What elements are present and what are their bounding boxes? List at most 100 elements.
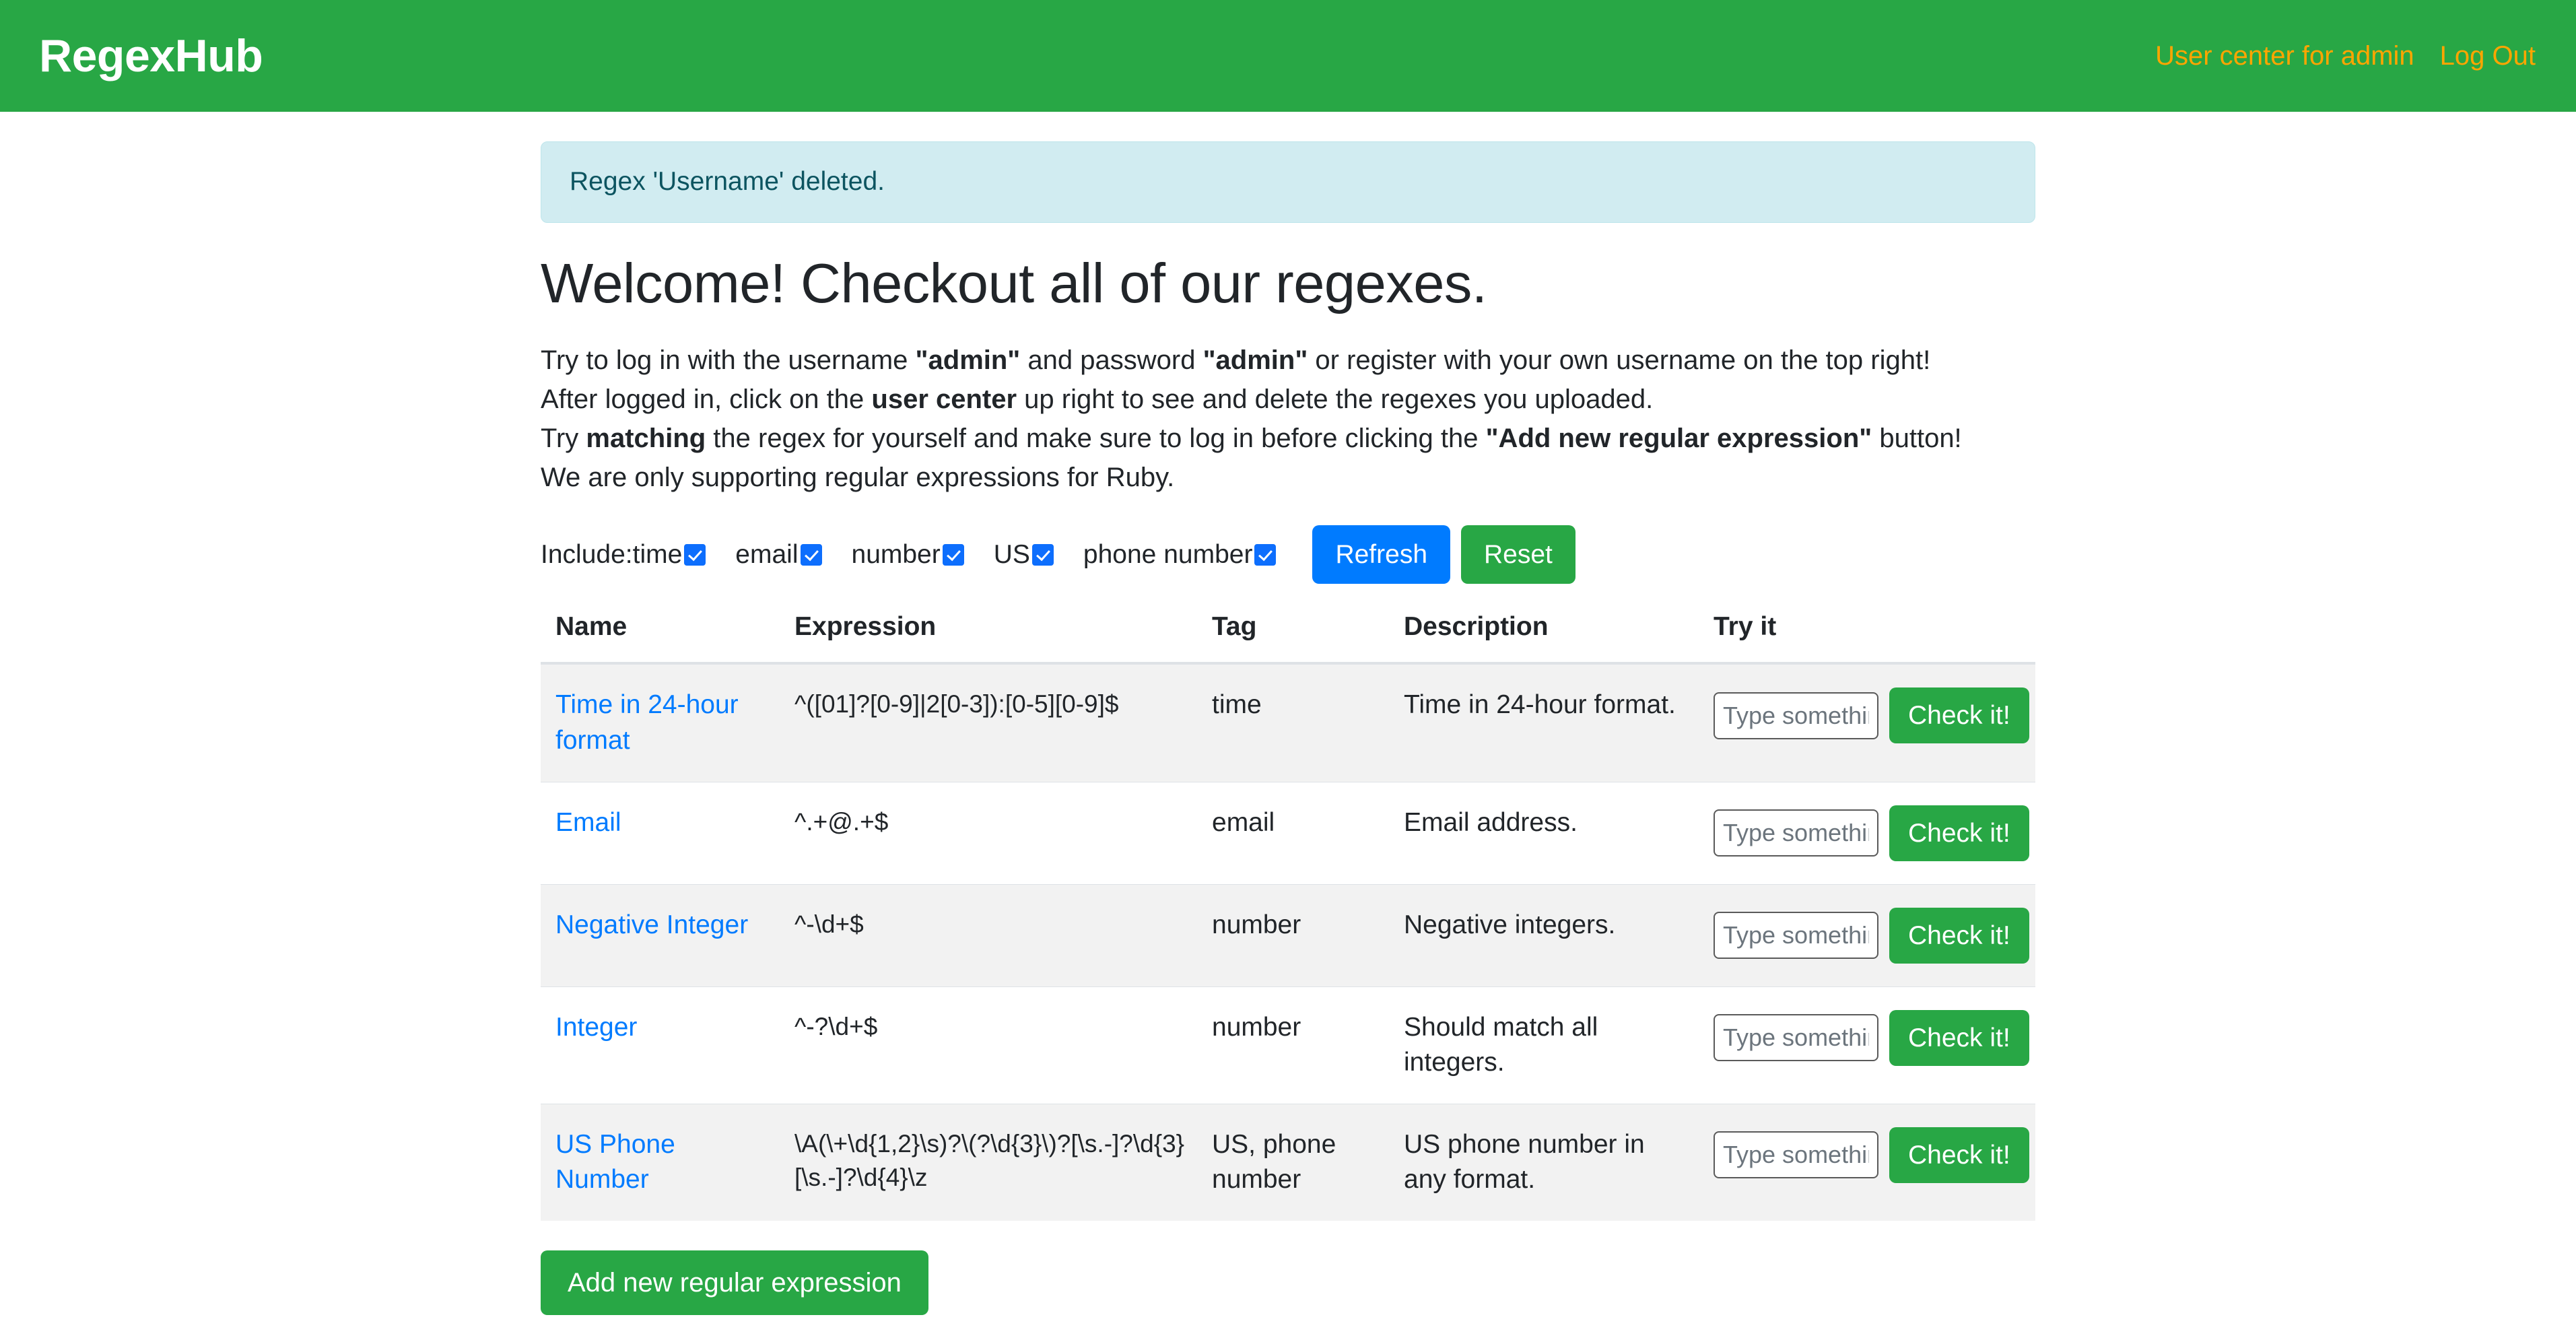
check-it-button[interactable]: Check it!: [1889, 687, 2029, 744]
cell-tag: time: [1197, 663, 1389, 782]
filter-label-email: email: [735, 539, 799, 569]
check-it-button[interactable]: Check it!: [1889, 907, 2029, 964]
intro-strong-add-new: "Add new regular expression": [1485, 424, 1872, 454]
intro-text: After logged in, click on the: [541, 384, 872, 415]
try-it-group: Check it!: [1714, 805, 2030, 861]
user-center-link[interactable]: User center for admin: [2155, 41, 2414, 71]
check-it-button[interactable]: Check it!: [1889, 805, 2029, 861]
cell-expression: ^-\d+$: [780, 883, 1197, 987]
refresh-button[interactable]: Refresh: [1312, 525, 1451, 584]
try-it-input[interactable]: [1714, 912, 1878, 960]
cell-tag: number: [1197, 883, 1389, 987]
table-header-row: Name Expression Tag Description Try it: [541, 592, 2035, 665]
table-row: Time in 24-hour format ^([01]?[0-9]|2[0-…: [541, 663, 2035, 782]
cell-description: Time in 24-hour format.: [1389, 663, 1699, 782]
table-body: Time in 24-hour format ^([01]?[0-9]|2[0-…: [541, 663, 2035, 1221]
cell-name: Negative Integer: [541, 883, 780, 987]
filter-lead-label: Include:: [541, 539, 633, 569]
filter-label-time: time: [632, 539, 683, 569]
filter-item-number[interactable]: number: [852, 540, 964, 570]
page-title: Welcome! Checkout all of our regexes.: [541, 251, 1487, 314]
filter-item-email[interactable]: email: [735, 539, 822, 570]
check-it-button[interactable]: Check it!: [1889, 1127, 2029, 1183]
cell-tag: number: [1197, 986, 1389, 1104]
regex-name-link[interactable]: Negative Integer: [555, 910, 748, 939]
intro-text: and password: [1020, 345, 1203, 376]
intro-strong-matching: matching: [586, 424, 706, 454]
cell-expression: ^([01]?[0-9]|2[0-3]):[0-5][0-9]$: [780, 663, 1197, 782]
column-header-expression: Expression: [780, 592, 1197, 665]
cell-expression: ^.+@.+$: [780, 781, 1197, 885]
intro-text: or register with your own username on th…: [1308, 345, 1931, 376]
filter-item-time[interactable]: time: [633, 540, 706, 570]
try-it-group: Check it!: [1714, 907, 2030, 964]
cell-try-it: Check it!: [1699, 1103, 2035, 1221]
filter-checkbox-email[interactable]: [800, 543, 822, 566]
filter-checkbox-phone-number[interactable]: [1254, 543, 1277, 566]
cell-try-it: Check it!: [1699, 663, 2035, 782]
add-button-container: Add new regular expression: [541, 1250, 2035, 1342]
table-row: Integer ^-?\d+$ number Should match all …: [541, 986, 2035, 1104]
check-it-button[interactable]: Check it!: [1889, 1009, 2029, 1066]
filter-form: Include: time email number US phone numb…: [541, 525, 2035, 584]
column-header-try-it: Try it: [1699, 592, 2035, 665]
cell-description: Email address.: [1389, 781, 1699, 885]
try-it-input[interactable]: [1714, 1131, 1878, 1179]
column-header-tag: Tag: [1197, 592, 1389, 665]
intro-line-1: Try to log in with the username "admin" …: [541, 341, 2035, 380]
column-header-description: Description: [1389, 592, 1699, 665]
regex-table: Name Expression Tag Description Try it T…: [541, 592, 2035, 1221]
intro-line-2: After logged in, click on the user cente…: [541, 380, 2035, 419]
regex-name-link[interactable]: Email: [555, 808, 621, 837]
filter-item-phone-number[interactable]: phone number: [1083, 540, 1277, 570]
table-head: Name Expression Tag Description Try it: [541, 592, 2035, 665]
cell-description: Negative integers.: [1389, 883, 1699, 987]
filter-label-phone-number: phone number: [1083, 539, 1253, 569]
cell-try-it: Check it!: [1699, 781, 2035, 885]
cell-name: US Phone Number: [541, 1103, 780, 1221]
intro-text: Try to log in with the username: [541, 345, 916, 376]
log-out-link[interactable]: Log Out: [2440, 41, 2536, 71]
intro-line-3: Try matching the regex for yourself and …: [541, 419, 2035, 458]
cell-try-it: Check it!: [1699, 883, 2035, 987]
filter-label-us: US: [993, 539, 1030, 569]
navbar-links: User center for admin Log Out: [2155, 41, 2536, 71]
cell-tag: US, phone number: [1197, 1103, 1389, 1221]
flash-alert: Regex 'Username' deleted.: [541, 141, 2035, 223]
cell-description: Should match all integers.: [1389, 986, 1699, 1104]
add-new-regular-expression-button[interactable]: Add new regular expression: [541, 1250, 928, 1316]
intro-strong-user-center: user center: [871, 384, 1017, 415]
filter-checkbox-number[interactable]: [942, 543, 964, 566]
cell-expression: \A(\+\d{1,2}\s)?\(?\d{3}\)?[\s.-]?\d{3}[…: [780, 1103, 1197, 1221]
cell-try-it: Check it!: [1699, 986, 2035, 1104]
cell-name: Integer: [541, 986, 780, 1104]
top-navbar: RegexHub User center for admin Log Out: [0, 0, 2576, 112]
brand-logo[interactable]: RegexHub: [39, 33, 263, 79]
filter-label-number: number: [851, 539, 941, 569]
intro-text: the regex for yourself and make sure to …: [706, 424, 1486, 454]
intro-strong-password: "admin": [1202, 345, 1308, 376]
cell-name: Email: [541, 781, 780, 885]
regex-name-link[interactable]: US Phone Number: [555, 1130, 675, 1195]
cell-expression: ^-?\d+$: [780, 986, 1197, 1104]
filter-checkbox-time[interactable]: [684, 543, 706, 566]
table-row: Email ^.+@.+$ email Email address. Check…: [541, 781, 2035, 885]
regex-name-link[interactable]: Integer: [555, 1013, 637, 1042]
page-container: Regex 'Username' deleted. Welcome! Check…: [541, 112, 2035, 1342]
cell-name: Time in 24-hour format: [541, 663, 780, 782]
intro-text: up right to see and delete the regexes y…: [1017, 384, 1654, 415]
column-header-name: Name: [541, 592, 780, 665]
filter-item-us[interactable]: US: [994, 540, 1054, 570]
try-it-input[interactable]: [1714, 1014, 1878, 1062]
intro-text: button!: [1872, 424, 1962, 454]
reset-button[interactable]: Reset: [1461, 525, 1575, 584]
try-it-input[interactable]: [1714, 809, 1878, 857]
intro-line-4: We are only supporting regular expressio…: [541, 463, 1175, 493]
cell-tag: email: [1197, 781, 1389, 885]
regex-name-link[interactable]: Time in 24-hour format: [555, 690, 739, 755]
table-row: Negative Integer ^-\d+$ number Negative …: [541, 883, 2035, 987]
table-row: US Phone Number \A(\+\d{1,2}\s)?\(?\d{3}…: [541, 1103, 2035, 1221]
filter-checkbox-us[interactable]: [1031, 543, 1054, 566]
try-it-group: Check it!: [1714, 1127, 2030, 1183]
try-it-input[interactable]: [1714, 692, 1878, 739]
